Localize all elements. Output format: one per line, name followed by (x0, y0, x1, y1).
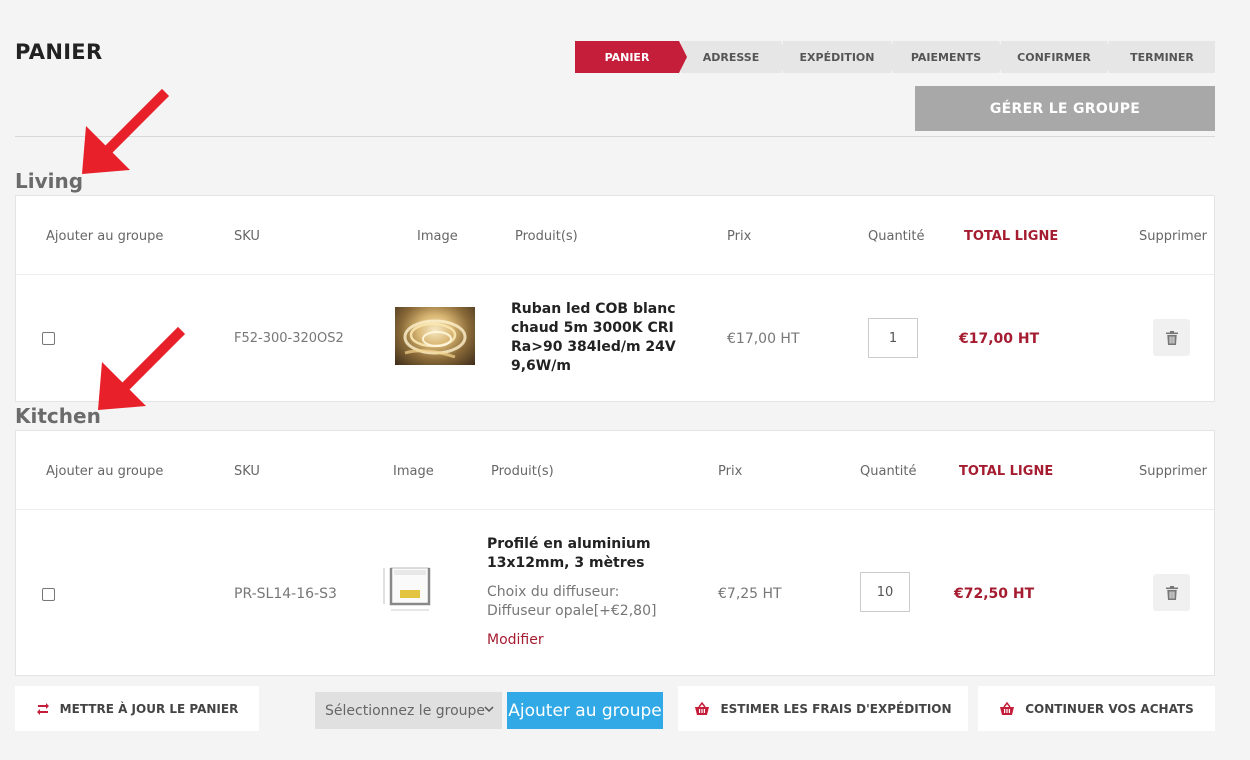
header-add-to-group: Ajouter au groupe (46, 464, 164, 479)
checkout-steps: PANIER ADRESSE EXPÉDITION PAIEMENTS CONF… (575, 41, 1217, 73)
header-line-total: TOTAL LIGNE (959, 464, 1054, 479)
header-remove: Supprimer (1139, 464, 1207, 479)
header-image: Image (393, 464, 434, 479)
group-title-kitchen: Kitchen (15, 404, 101, 428)
header-sku: SKU (234, 464, 260, 479)
trash-icon (1165, 330, 1178, 345)
table-header: Ajouter au groupe SKU Image Produit(s) P… (16, 196, 1214, 275)
manage-group-button[interactable]: GÉRER LE GROUPE (915, 86, 1215, 131)
group-select[interactable]: Sélectionnez le groupe (315, 692, 502, 729)
header-line-total: TOTAL LIGNE (964, 229, 1059, 244)
remove-button[interactable] (1153, 574, 1190, 611)
step-payments[interactable]: PAIEMENTS (893, 41, 1007, 73)
step-cart[interactable]: PANIER (575, 41, 687, 73)
chevron-down-icon (484, 706, 494, 713)
cart-table-living: Ajouter au groupe SKU Image Produit(s) P… (15, 195, 1215, 402)
red-arrow-annotation (98, 326, 186, 410)
add-to-group-checkbox[interactable] (42, 332, 55, 345)
continue-shopping-button[interactable]: CONTINUER VOS ACHATS (978, 686, 1215, 731)
cart-table-kitchen: Ajouter au groupe SKU Image Produit(s) P… (15, 430, 1215, 676)
header-price: Prix (727, 229, 752, 244)
estimate-shipping-button[interactable]: ESTIMER LES FRAIS D'EXPÉDITION (678, 686, 968, 731)
header-remove: Supprimer (1139, 229, 1207, 244)
update-cart-button[interactable]: METTRE À JOUR LE PANIER (15, 686, 259, 731)
header-sku: SKU (234, 229, 260, 244)
table-row: F52-300-320OS2 Ruban led COB blanc chaud… (16, 275, 1214, 401)
product-image[interactable] (395, 307, 475, 365)
header-products: Produit(s) (515, 229, 578, 244)
header-image: Image (417, 229, 458, 244)
group-title-living: Living (15, 169, 84, 193)
item-line-total: €17,00 HT (959, 331, 1040, 347)
item-line-total: €72,50 HT (954, 586, 1035, 602)
trash-icon (1165, 585, 1178, 600)
basket-icon (1000, 701, 1015, 715)
step-finish[interactable]: TERMINER (1109, 41, 1215, 73)
estimate-shipping-label: ESTIMER LES FRAIS D'EXPÉDITION (720, 701, 952, 716)
product-name[interactable]: Profilé en aluminium 13x12mm, 3 mètres (487, 535, 651, 573)
product-name[interactable]: Ruban led COB blanc chaud 5m 3000K CRI R… (511, 300, 676, 376)
group-select-value: Sélectionnez le groupe (325, 702, 486, 719)
step-confirm[interactable]: CONFIRMER (1001, 41, 1115, 73)
update-cart-label: METTRE À JOUR LE PANIER (59, 701, 239, 716)
red-arrow-annotation (82, 88, 170, 174)
header-products: Produit(s) (491, 464, 554, 479)
divider (15, 136, 1215, 137)
remove-button[interactable] (1153, 319, 1190, 356)
quantity-input[interactable]: 1 (868, 318, 918, 358)
product-image[interactable] (380, 562, 440, 618)
header-quantity: Quantité (868, 229, 925, 244)
add-to-group-button[interactable]: Ajouter au groupe (507, 692, 663, 729)
table-row: PR-SL14-16-S3 Profilé en aluminium 13x12… (16, 510, 1214, 675)
continue-shopping-label: CONTINUER VOS ACHATS (1025, 701, 1194, 716)
page-title: PANIER (15, 40, 103, 64)
table-header: Ajouter au groupe SKU Image Produit(s) P… (16, 431, 1214, 510)
item-price: €7,25 HT (718, 586, 782, 602)
modify-link[interactable]: Modifier (487, 632, 544, 648)
basket-icon (695, 701, 710, 715)
header-price: Prix (718, 464, 743, 479)
refresh-icon (36, 702, 49, 715)
step-shipping[interactable]: EXPÉDITION (783, 41, 899, 73)
header-add-to-group: Ajouter au groupe (46, 229, 164, 244)
item-price: €17,00 HT (727, 331, 800, 347)
header-quantity: Quantité (860, 464, 917, 479)
add-to-group-checkbox[interactable] (42, 588, 55, 601)
product-option: Choix du diffuseur: Diffuseur opale[+€2,… (487, 584, 657, 619)
item-sku: F52-300-320OS2 (234, 331, 344, 346)
item-sku: PR-SL14-16-S3 (234, 586, 337, 602)
step-address[interactable]: ADRESSE (681, 41, 789, 73)
quantity-input[interactable]: 10 (860, 572, 910, 612)
